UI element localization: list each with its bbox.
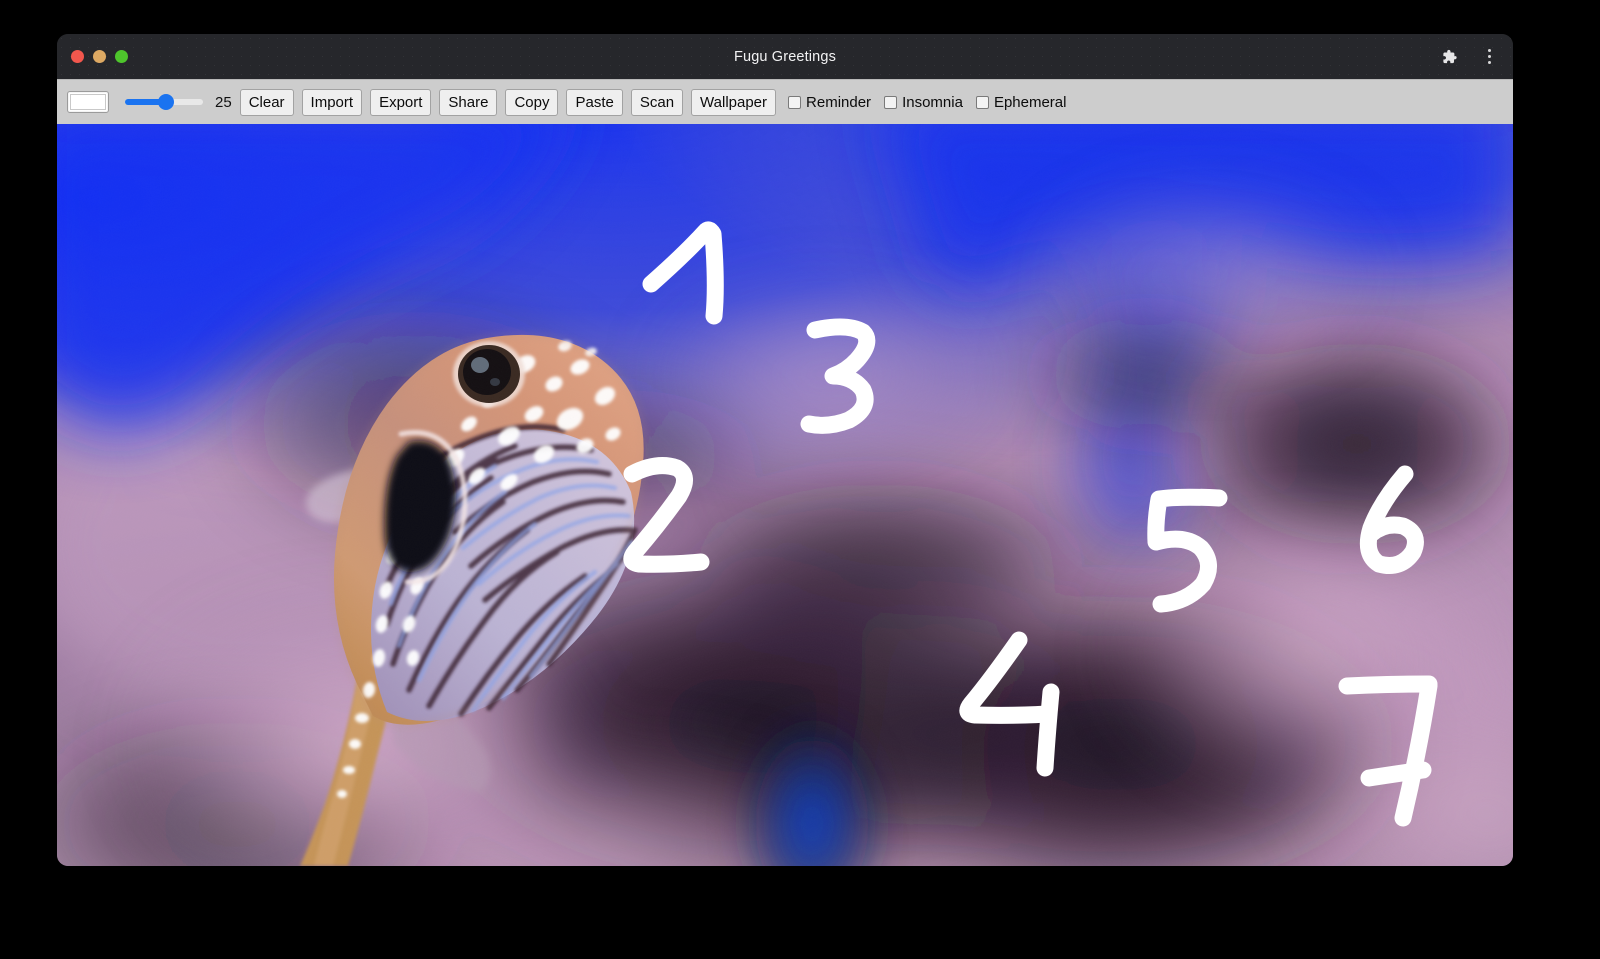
- slider-value-label: 25: [215, 93, 232, 111]
- slider-thumb[interactable]: [158, 94, 174, 110]
- window-titlebar[interactable]: Fugu Greetings: [57, 34, 1513, 79]
- titlebar-actions: [1438, 34, 1500, 79]
- maximize-window-button[interactable]: [115, 50, 128, 63]
- reminder-checkbox-box[interactable]: [788, 95, 802, 109]
- share-button[interactable]: Share: [439, 88, 498, 116]
- color-picker-input[interactable]: [67, 91, 109, 113]
- app-window: Fugu Greetings 25 Clear Import Export Sh…: [57, 34, 1513, 866]
- more-menu-icon[interactable]: [1478, 46, 1500, 68]
- traffic-light-controls: [71, 50, 128, 63]
- drawing-canvas[interactable]: [57, 124, 1513, 866]
- close-window-button[interactable]: [71, 50, 84, 63]
- reminder-checkbox[interactable]: Reminder: [788, 94, 871, 111]
- insomnia-checkbox[interactable]: Insomnia: [884, 94, 963, 111]
- minimize-window-button[interactable]: [93, 50, 106, 63]
- window-title: Fugu Greetings: [733, 48, 837, 65]
- import-button[interactable]: Import: [301, 88, 363, 116]
- ephemeral-checkbox-box[interactable]: [975, 95, 989, 109]
- wallpaper-button[interactable]: Wallpaper: [691, 88, 777, 116]
- scan-button[interactable]: Scan: [630, 88, 684, 116]
- ephemeral-checkbox[interactable]: Ephemeral: [975, 93, 1067, 111]
- desktop-background: Fugu Greetings 25 Clear Import Export Sh…: [0, 0, 1600, 959]
- line-width-slider[interactable]: [125, 91, 203, 113]
- app-toolbar: 25 Clear Import Export Share Copy Paste …: [57, 79, 1513, 124]
- insomnia-checkbox-label: Insomnia: [902, 93, 963, 111]
- clear-button[interactable]: Clear: [239, 88, 294, 116]
- copy-button[interactable]: Copy: [505, 88, 559, 116]
- fugu-photo: [57, 124, 1513, 866]
- paste-button[interactable]: Paste: [566, 88, 623, 116]
- ephemeral-checkbox-label: Ephemeral: [993, 93, 1067, 111]
- color-swatch-chip: [70, 94, 106, 110]
- insomnia-checkbox-box[interactable]: [884, 95, 898, 109]
- reminder-checkbox-label: Reminder: [806, 93, 872, 111]
- option-checkboxes: Reminder Insomnia Ephemeral: [788, 94, 1066, 111]
- export-button[interactable]: Export: [370, 88, 432, 116]
- extensions-icon[interactable]: [1438, 46, 1460, 68]
